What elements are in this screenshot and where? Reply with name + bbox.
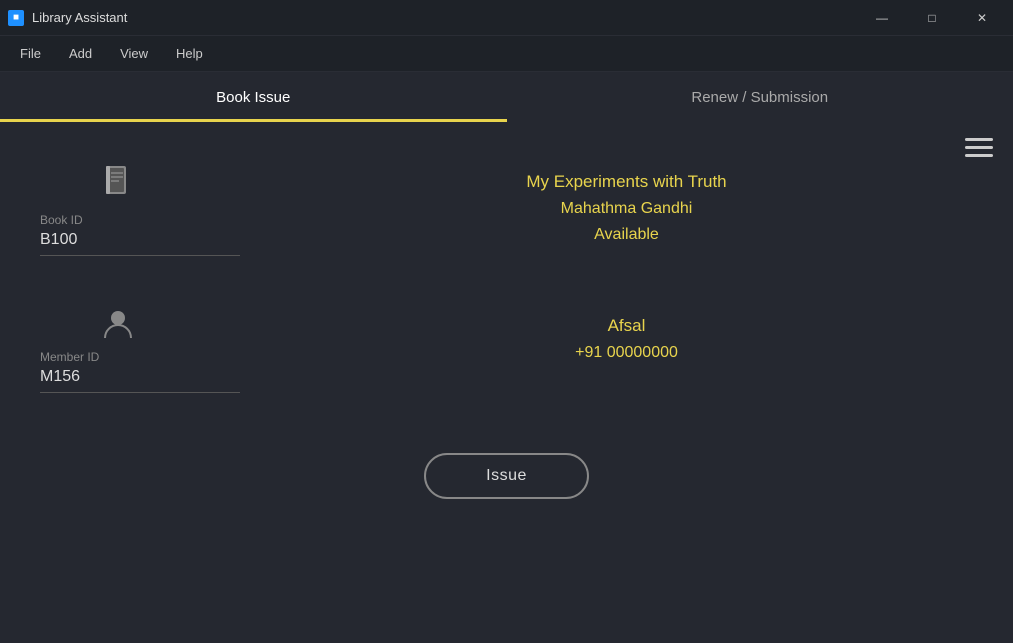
member-id-value[interactable]: M156: [40, 368, 240, 393]
tab-renew-submission[interactable]: Renew / Submission: [507, 72, 1013, 122]
hamburger-line-1: [965, 138, 993, 141]
book-icon: [100, 162, 280, 205]
member-section: Member ID M156 Afsal +91 00000000: [40, 306, 973, 393]
content-area: Book ID B100 My Experiments with Truth M…: [0, 122, 1013, 643]
maximize-button[interactable]: □: [909, 2, 955, 34]
member-name: Afsal: [608, 316, 646, 336]
title-bar: ■ Library Assistant — □ ✕: [0, 0, 1013, 36]
issue-button[interactable]: Issue: [424, 453, 589, 499]
menu-file[interactable]: File: [8, 42, 53, 65]
close-button[interactable]: ✕: [959, 2, 1005, 34]
member-info: Afsal +91 00000000: [280, 306, 973, 362]
title-bar-left: ■ Library Assistant: [8, 10, 127, 26]
book-status: Available: [594, 226, 659, 244]
member-id-label: Member ID: [40, 350, 280, 364]
menu-view[interactable]: View: [108, 42, 160, 65]
issue-btn-container: Issue: [40, 453, 973, 499]
tab-book-issue[interactable]: Book Issue: [0, 72, 507, 122]
book-id-value[interactable]: B100: [40, 231, 240, 256]
book-title: My Experiments with Truth: [526, 172, 726, 192]
menu-help[interactable]: Help: [164, 42, 215, 65]
book-id-label: Book ID: [40, 213, 280, 227]
menu-bar: File Add View Help: [0, 36, 1013, 72]
book-section: Book ID B100 My Experiments with Truth M…: [40, 162, 973, 256]
hamburger-line-2: [965, 146, 993, 149]
hamburger-menu[interactable]: [965, 138, 993, 157]
book-author: Mahathma Gandhi: [561, 200, 693, 218]
person-icon: [100, 306, 136, 342]
book-info: My Experiments with Truth Mahathma Gandh…: [280, 162, 973, 244]
tab-bar: Book Issue Renew / Submission: [0, 72, 1013, 122]
app-title: Library Assistant: [32, 10, 127, 25]
minimize-button[interactable]: —: [859, 2, 905, 34]
window-controls: — □ ✕: [859, 2, 1005, 34]
app-icon: ■: [8, 10, 24, 26]
menu-add[interactable]: Add: [57, 42, 104, 65]
member-field-group: Member ID M156: [40, 306, 280, 393]
member-phone: +91 00000000: [575, 344, 678, 362]
book-field-group: Book ID B100: [40, 162, 280, 256]
hamburger-line-3: [965, 154, 993, 157]
